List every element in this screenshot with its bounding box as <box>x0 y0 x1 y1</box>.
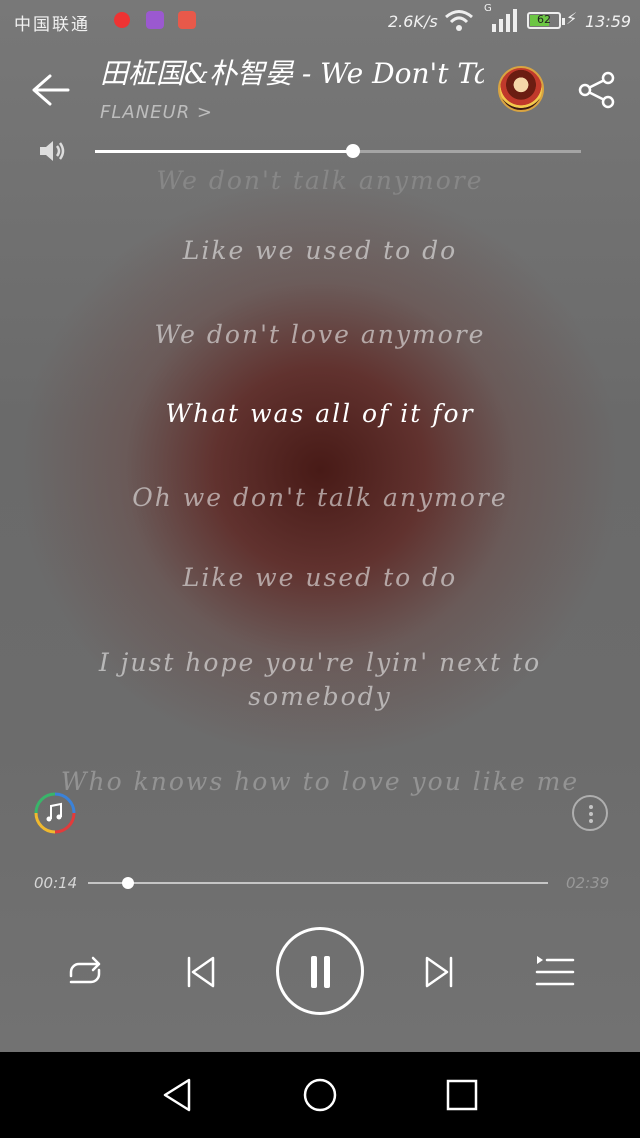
music-note-icon[interactable] <box>34 792 76 834</box>
nav-back-icon[interactable] <box>159 1076 197 1114</box>
lyric-line: I just hope you're lyin' next to somebod… <box>98 648 542 711</box>
current-time: 00:14 <box>34 874 78 892</box>
gallery-app-icon <box>146 11 164 29</box>
progress-slider[interactable] <box>88 877 548 889</box>
pause-button[interactable] <box>276 927 364 1015</box>
lyric-line: Oh we don't talk anymore <box>132 483 508 512</box>
lyric-line: Who knows how to love you like me <box>60 767 580 796</box>
back-arrow-icon[interactable] <box>28 70 70 110</box>
carrier-name: 中国联通 <box>14 15 90 35</box>
volume-fill <box>95 150 353 153</box>
nav-recents-icon[interactable] <box>443 1076 481 1114</box>
wifi-icon <box>445 10 473 31</box>
signal-icon <box>492 9 517 32</box>
net-speed: 2.6K/s <box>388 12 438 31</box>
repeat-icon[interactable] <box>63 950 107 994</box>
clock: 13:59 <box>585 12 632 31</box>
lyric-line: We don't talk anymore <box>156 166 484 195</box>
playlist-icon[interactable] <box>533 950 577 994</box>
nav-home-icon[interactable] <box>301 1076 339 1114</box>
total-time: 02:39 <box>566 874 610 892</box>
status-bar: 中国联通 2.6K/s G 62 ⚡ 13:59 <box>0 0 640 44</box>
more-vertical-icon[interactable] <box>572 795 608 831</box>
tool-app-icon <box>178 11 196 29</box>
lyric-line-current: What was all of it for <box>165 399 475 428</box>
battery-level: 62 <box>537 13 551 26</box>
lyric-line: Like we used to do <box>182 236 458 265</box>
skip-next-icon[interactable] <box>417 950 461 994</box>
lyrics-view[interactable]: We don't talk anymore Like we used to do… <box>0 160 640 810</box>
share-icon[interactable] <box>576 70 618 110</box>
battery-icon: 62 <box>527 12 565 29</box>
lyric-line: We don't love anymore <box>154 320 486 349</box>
volume-slider[interactable] <box>95 144 581 158</box>
song-title: 田柾国&朴智晏 - We Don't Talk Anymore <box>100 57 484 90</box>
skip-previous-icon[interactable] <box>179 950 223 994</box>
volume-knob[interactable] <box>345 144 360 158</box>
artist-link[interactable]: FLANEUR > <box>100 102 213 123</box>
netease-app-icon <box>114 12 130 28</box>
system-nav-bar <box>0 1052 640 1138</box>
pause-icon <box>311 956 317 988</box>
lyric-line: Like we used to do <box>182 563 458 592</box>
song-title-marquee: 田柾国&朴智晏 - We Don't Talk Anymore <box>100 54 484 94</box>
user-avatar[interactable] <box>498 66 544 112</box>
charging-icon: ⚡ <box>566 9 578 28</box>
